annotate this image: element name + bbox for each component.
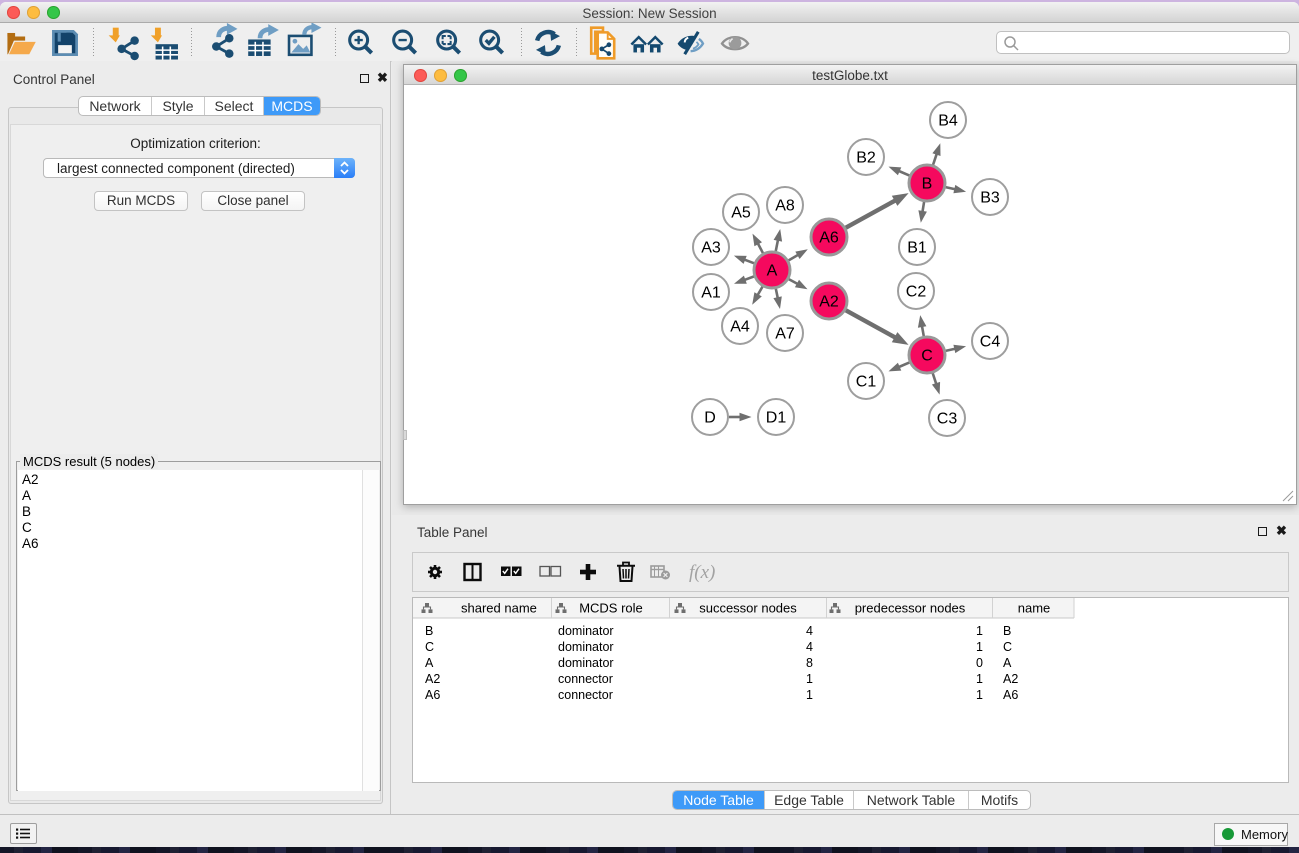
svg-text:dominator: dominator (558, 640, 614, 654)
svg-text:A2: A2 (1003, 672, 1018, 686)
svg-text:1: 1 (976, 688, 983, 702)
svg-text:D1: D1 (766, 410, 787, 427)
svg-text:A: A (425, 656, 434, 670)
svg-text:A5: A5 (731, 205, 751, 222)
svg-text:A6: A6 (1003, 688, 1018, 702)
svg-text:B: B (922, 176, 933, 193)
svg-text:shared name: shared name (461, 601, 537, 616)
svg-text:A3: A3 (701, 240, 721, 257)
svg-text:C1: C1 (856, 374, 877, 391)
svg-text:name: name (1018, 601, 1051, 616)
svg-text:A8: A8 (775, 198, 795, 215)
svg-text:1: 1 (806, 672, 813, 686)
svg-text:connector: connector (558, 688, 613, 702)
svg-text:C: C (921, 348, 933, 365)
svg-text:dominator: dominator (558, 656, 614, 670)
svg-text:B3: B3 (980, 190, 1000, 207)
svg-text:1: 1 (976, 624, 983, 638)
svg-text:B4: B4 (938, 113, 958, 130)
svg-text:1: 1 (976, 672, 983, 686)
svg-text:A: A (1003, 656, 1012, 670)
svg-text:A: A (767, 263, 778, 280)
svg-text:A6: A6 (425, 688, 440, 702)
svg-text:C: C (425, 640, 434, 654)
svg-text:A2: A2 (819, 294, 839, 311)
svg-text:1: 1 (976, 640, 983, 654)
svg-text:B2: B2 (856, 150, 876, 167)
svg-text:C4: C4 (980, 334, 1001, 351)
svg-text:C: C (1003, 640, 1012, 654)
svg-text:A1: A1 (701, 285, 721, 302)
svg-text:C2: C2 (906, 284, 927, 301)
svg-text:predecessor nodes: predecessor nodes (855, 601, 966, 616)
svg-text:A7: A7 (775, 326, 795, 343)
svg-text:A2: A2 (425, 672, 440, 686)
svg-text:1: 1 (806, 688, 813, 702)
svg-text:4: 4 (806, 624, 813, 638)
svg-text:8: 8 (806, 656, 813, 670)
svg-text:connector: connector (558, 672, 613, 686)
svg-text:B1: B1 (907, 240, 927, 257)
svg-text:successor nodes: successor nodes (699, 601, 797, 616)
svg-text:D: D (704, 410, 716, 427)
svg-text:MCDS role: MCDS role (579, 601, 643, 616)
svg-text:A4: A4 (730, 319, 750, 336)
svg-text:B: B (1003, 624, 1011, 638)
svg-text:C3: C3 (937, 411, 958, 428)
svg-text:A6: A6 (819, 230, 839, 247)
svg-text:B: B (425, 624, 433, 638)
svg-text:0: 0 (976, 656, 983, 670)
svg-text:dominator: dominator (558, 624, 614, 638)
svg-text:4: 4 (806, 640, 813, 654)
svg-text:f(x): f(x) (689, 562, 715, 583)
